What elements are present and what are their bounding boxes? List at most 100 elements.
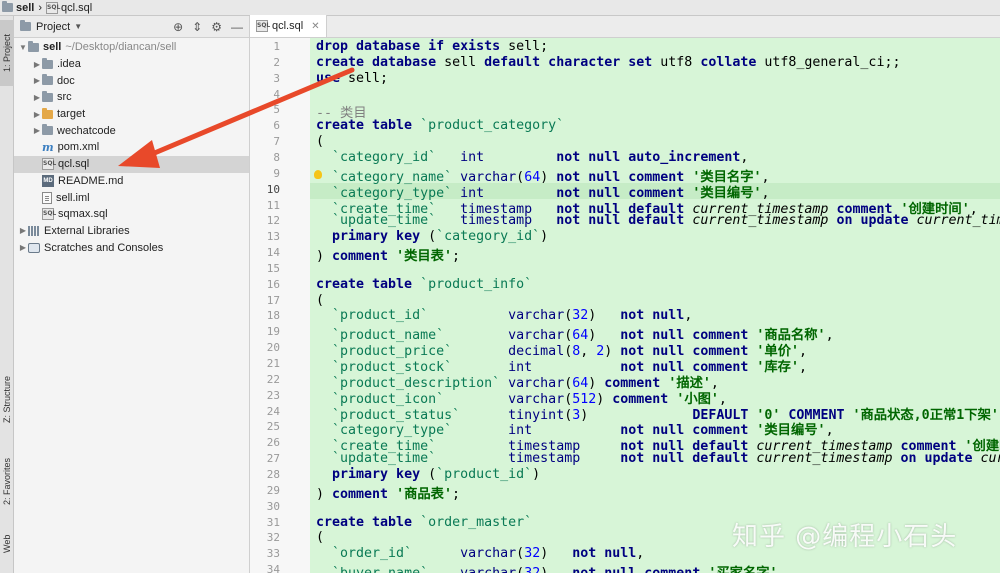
code-line[interactable]: create table `product_info` [316,277,532,292]
line-number[interactable]: 12 [252,214,280,227]
code-line[interactable]: create database sell default character s… [316,55,900,70]
code-line[interactable]: create table `order_master` [316,515,532,530]
line-number[interactable]: 10 [252,183,280,196]
line-number[interactable]: 8 [252,151,280,164]
line-number[interactable]: 11 [252,199,280,212]
code-line[interactable]: ( [316,293,324,308]
expand-arrow-icon[interactable]: ▶ [32,110,42,119]
tree-item[interactable]: m pom.xml [14,139,249,156]
line-number[interactable]: 7 [252,135,280,148]
line-number[interactable]: 1 [252,40,280,53]
line-number[interactable]: 26 [252,436,280,449]
line-number[interactable]: 15 [252,262,280,275]
line-number[interactable]: 2 [252,56,280,69]
tool-tab-structure[interactable]: Z: Structure [0,361,14,437]
line-number[interactable]: 28 [252,468,280,481]
line-number[interactable]: 3 [252,72,280,85]
line-number[interactable]: 29 [252,484,280,497]
tree-item[interactable]: ▶ doc [14,72,249,89]
tree-item-label: sell.iml [56,191,90,204]
tool-tab-project[interactable]: 1: Project [0,20,14,86]
tree-root[interactable]: ▼ sell ~/Desktop/diancan/sell [14,39,249,56]
line-number[interactable]: 23 [252,389,280,402]
folder-icon [42,90,53,102]
line-number[interactable]: 4 [252,88,280,101]
line-number[interactable]: 16 [252,278,280,291]
expand-arrow-icon[interactable]: ▼ [18,43,28,52]
breadcrumb-project[interactable]: sell [2,1,34,14]
expand-arrow-icon[interactable]: ▶ [32,93,42,102]
line-number[interactable]: 9 [252,167,280,180]
code-line[interactable]: `product_id` varchar(32) not null, [316,308,692,323]
tool-tab-web[interactable]: Web [0,524,14,564]
tool-tab-favorites-label: 2: Favorites [2,457,12,505]
locate-icon[interactable]: ⊕ [173,20,183,34]
line-number[interactable]: 6 [252,119,280,132]
tree-external-libraries[interactable]: ▶ External Libraries [14,223,249,240]
tool-tab-structure-label: Z: Structure [2,375,12,423]
chevron-down-icon[interactable]: ▼ [74,22,82,31]
tree-scratches[interactable]: ▶ Scratches and Consoles [14,239,249,256]
code-line[interactable]: `update_time` timestamp not null default… [316,451,1000,466]
tree-item[interactable]: SQL qcl.sql [14,155,249,173]
code-line[interactable]: primary key (`product_id`) [316,467,540,482]
tree-external-libraries-label: External Libraries [44,224,130,237]
tree-item[interactable]: MD README.md [14,173,249,190]
tree-item[interactable]: ▶ wechatcode [14,122,249,139]
line-number[interactable]: 31 [252,516,280,529]
line-number[interactable]: 5 [252,103,280,116]
project-view-selector[interactable]: Project [36,21,70,33]
folder-icon [2,1,13,12]
code-area[interactable]: drop database if exists sell; create data… [310,38,1000,573]
close-icon[interactable]: ✕ [311,21,319,32]
code-line[interactable]: drop database if exists sell; [316,39,548,54]
expand-arrow-icon[interactable]: ▶ [32,76,42,85]
line-number[interactable]: 27 [252,452,280,465]
editor-tab-label: qcl.sql [272,20,304,32]
line-number[interactable]: 32 [252,531,280,544]
code-line[interactable]: ( [316,134,324,149]
tree-item[interactable]: ▶ src [14,89,249,106]
tool-tab-favorites[interactable]: 2: Favorites [0,444,14,518]
line-number[interactable]: 13 [252,230,280,243]
line-number[interactable]: 33 [252,547,280,560]
code-line[interactable]: `update_time` timestamp not null default… [316,213,1000,228]
tree-item[interactable]: ▶ target [14,106,249,123]
tree-item[interactable]: SQL sqmax.sql [14,206,249,223]
line-number[interactable]: 24 [252,405,280,418]
line-number[interactable]: 22 [252,373,280,386]
code-line[interactable]: ( [316,530,324,545]
code-line[interactable]: `category_id` int not null auto_incremen… [316,150,748,165]
code-line[interactable]: use sell; [316,71,388,86]
hide-icon[interactable]: — [231,20,243,34]
line-number[interactable]: 17 [252,294,280,307]
tool-tab-project-label: 1: Project [2,33,12,73]
line-number[interactable]: 19 [252,325,280,338]
line-number[interactable]: 25 [252,420,280,433]
editor-tab-qcl-sql[interactable]: SQL qcl.sql ✕ [250,15,327,37]
line-number[interactable]: 21 [252,357,280,370]
expand-arrow-icon[interactable]: ▶ [18,243,28,252]
code-line[interactable]: ) comment '商品表'; [316,483,460,502]
lightbulb-icon[interactable] [314,169,322,179]
tree-item[interactable]: ▶ .idea [14,56,249,73]
gear-icon[interactable]: ⚙ [211,20,222,34]
collapse-icon[interactable]: ⇕ [192,20,202,34]
code-line[interactable]: ) comment '类目表'; [316,245,460,264]
code-line[interactable]: `order_id` varchar(32) not null, [316,546,644,561]
line-number[interactable]: 30 [252,500,280,513]
project-panel: Project ▼ ⊕ ⇕ ⚙ — ▼ sell ~/Desktop/dianc… [14,16,250,573]
line-number[interactable]: 14 [252,246,280,259]
code-line[interactable]: create table `product_category` [316,118,564,133]
tree-item[interactable]: sell.iml [14,189,249,206]
line-number[interactable]: 18 [252,309,280,322]
markdown-icon: MD [42,174,54,187]
code-line[interactable]: `buyer_name` varchar(32) not null commen… [316,562,786,573]
code-line[interactable]: primary key (`category_id`) [316,229,548,244]
line-number[interactable]: 34 [252,563,280,573]
line-number[interactable]: 20 [252,341,280,354]
expand-arrow-icon[interactable]: ▶ [32,60,42,69]
expand-arrow-icon[interactable]: ▶ [32,126,42,135]
expand-arrow-icon[interactable]: ▶ [18,226,28,235]
breadcrumb-file[interactable]: SQL qcl.sql [46,1,92,14]
